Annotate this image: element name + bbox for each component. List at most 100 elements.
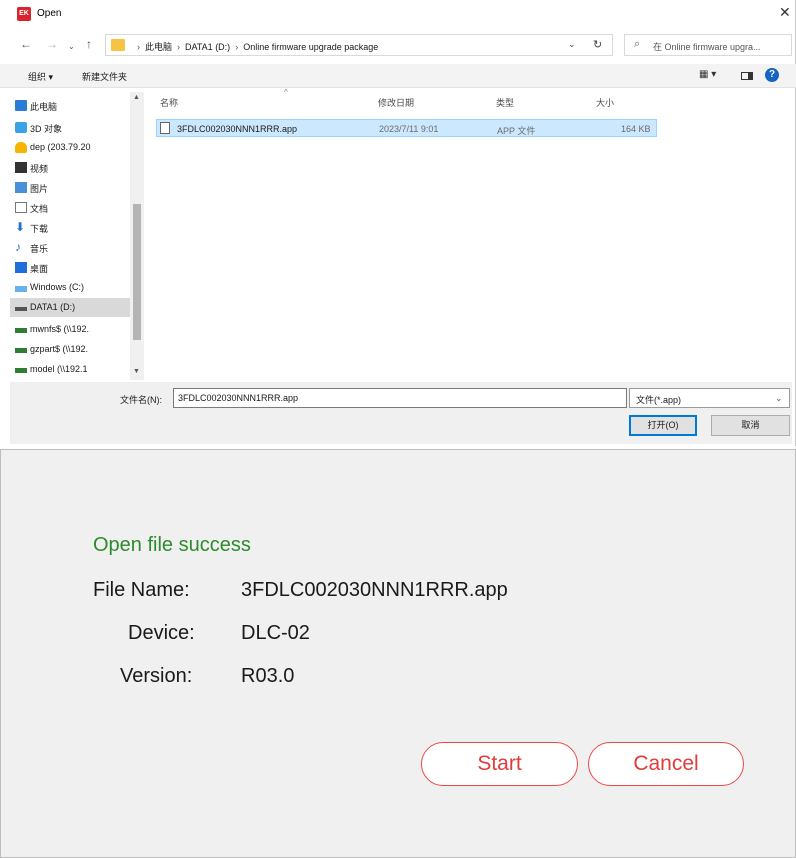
file-type: APP 文件 bbox=[497, 126, 536, 136]
tree-item-documents[interactable]: 文档 bbox=[10, 198, 130, 217]
cancel-button[interactable]: Cancel bbox=[588, 742, 744, 786]
tree-item-label: 3D 对象 bbox=[30, 124, 63, 134]
file-list: 名称 ^ 修改日期 类型 大小 3FDLC002030NNN1RRR.app 2… bbox=[150, 88, 795, 380]
tree-scrollbar-thumb[interactable] bbox=[133, 204, 141, 340]
tree-item-label: Windows (C:) bbox=[30, 282, 85, 292]
breadcrumb-this-pc[interactable]: 此电脑 bbox=[145, 42, 172, 52]
toolbar: 组织 ▾ 新建文件夹 ▦ ▾ ? bbox=[0, 64, 796, 88]
firmware-upgrade-panel: Open file success File Name: 3FDLC002030… bbox=[0, 449, 796, 858]
tree-item-videos[interactable]: 视频 bbox=[10, 158, 130, 177]
tree-item-dep[interactable]: dep (203.79.20 bbox=[10, 138, 130, 157]
tree-item-downloads[interactable]: ⬇ 下载 bbox=[10, 218, 130, 237]
tree-item-data1-d[interactable]: DATA1 (D:) bbox=[10, 298, 130, 317]
file-modified: 2023/7/11 9:01 bbox=[379, 124, 439, 134]
tree-item-label: 文档 bbox=[30, 204, 49, 214]
breadcrumb-data1[interactable]: DATA1 (D:) bbox=[185, 42, 230, 52]
tree-item-label: dep (203.79.20 bbox=[30, 142, 91, 152]
tree-item-label: 此电脑 bbox=[30, 102, 58, 112]
app-logo-icon: EK bbox=[17, 7, 31, 21]
tree-item-label: 桌面 bbox=[30, 264, 49, 274]
tree-item-windows-c[interactable]: Windows (C:) bbox=[10, 278, 130, 297]
address-bar[interactable]: › 此电脑 › DATA1 (D:) › Online firmware upgrade … bbox=[105, 34, 613, 56]
recent-locations-chevron-icon[interactable]: ⌄ bbox=[68, 40, 75, 54]
navigation-row: ← → ⌄ ↑ › 此电脑 › DATA1 (D:) › Online firmware … bbox=[0, 32, 796, 58]
column-header-size[interactable]: 大小 bbox=[596, 96, 614, 109]
user-folder-icon bbox=[15, 142, 27, 153]
navigation-tree: 此电脑 3D 对象 dep (203.79.20 视频 图片 文档 ⬇ 下载 ♪ bbox=[10, 92, 144, 380]
tree-item-desktop[interactable]: 桌面 bbox=[10, 258, 130, 277]
tree-item-music[interactable]: ♪ 音乐 bbox=[10, 238, 130, 257]
help-icon[interactable]: ? bbox=[765, 68, 779, 82]
refresh-icon[interactable]: ↻ bbox=[593, 38, 602, 51]
tree-item-label: model (\\192.1 bbox=[30, 364, 88, 374]
file-row[interactable]: 3FDLC002030NNN1RRR.app 2023/7/11 9:01 AP… bbox=[156, 119, 657, 137]
new-folder-button[interactable]: 新建文件夹 bbox=[82, 70, 127, 83]
start-button[interactable]: Start bbox=[421, 742, 578, 786]
sort-ascending-icon: ^ bbox=[284, 88, 288, 97]
tree-item-mwnfs[interactable]: mwnfs$ (\\192. bbox=[10, 320, 130, 339]
column-header-modified[interactable]: 修改日期 bbox=[378, 96, 414, 109]
tree-item-label: 图片 bbox=[30, 184, 49, 194]
video-icon bbox=[15, 162, 27, 173]
desktop-icon bbox=[15, 262, 27, 273]
tree-scrollbar[interactable]: ▲ ▼ bbox=[130, 92, 144, 380]
tree-item-label: gzpart$ (\\192. bbox=[30, 344, 89, 354]
forward-arrow-icon[interactable]: → bbox=[46, 37, 58, 51]
tree-item-gzpart[interactable]: gzpart$ (\\192. bbox=[10, 340, 130, 359]
dialog-cancel-button[interactable]: 取消 bbox=[711, 415, 790, 436]
tree-item-label: 下载 bbox=[30, 224, 49, 234]
tree-item-label: DATA1 (D:) bbox=[30, 302, 76, 312]
device-value: DLC-02 bbox=[241, 622, 310, 644]
documents-icon bbox=[15, 202, 27, 213]
chevron-down-icon: ⌄ bbox=[775, 393, 783, 403]
file-icon bbox=[160, 122, 170, 134]
file-name: 3FDLC002030NNN1RRR.app bbox=[177, 124, 298, 134]
filename-value: 3FDLC002030NNN1RRR.app bbox=[178, 393, 299, 403]
file-name-label: File Name: bbox=[93, 579, 190, 601]
filename-input[interactable]: 3FDLC002030NNN1RRR.app ⌄ bbox=[173, 388, 787, 409]
filename-label: 文件名(N): bbox=[120, 395, 162, 405]
scroll-up-arrow-icon[interactable]: ▲ bbox=[133, 94, 140, 101]
version-label: Version: bbox=[120, 665, 193, 687]
windows-drive-icon bbox=[15, 286, 27, 292]
folder-icon bbox=[111, 39, 125, 51]
dialog-footer: 文件名(N): 3FDLC002030NNN1RRR.app ⌄ 文件(*.ap… bbox=[10, 382, 792, 444]
tree-item-label: 视频 bbox=[30, 164, 49, 174]
back-arrow-icon[interactable]: ← bbox=[20, 37, 32, 51]
tree-item-model[interactable]: model (\\192.1 bbox=[10, 360, 130, 379]
tree-item-label: 音乐 bbox=[30, 244, 49, 254]
search-placeholder: 在 Online firmware upgra... bbox=[653, 42, 761, 52]
tree-item-3d-objects[interactable]: 3D 对象 bbox=[10, 118, 130, 137]
download-icon: ⬇ bbox=[15, 220, 26, 234]
address-dropdown-chevron-icon[interactable]: ⌄ bbox=[568, 39, 576, 50]
file-type-filter-select[interactable]: 文件(*.app) ⌄ bbox=[629, 388, 790, 408]
breadcrumb-current-folder[interactable]: Online firmware upgrade package bbox=[243, 42, 378, 52]
status-message: Open file success bbox=[93, 534, 251, 556]
column-header-name[interactable]: 名称 bbox=[160, 96, 178, 109]
up-arrow-icon[interactable]: ↑ bbox=[86, 37, 92, 51]
scroll-down-arrow-icon[interactable]: ▼ bbox=[133, 368, 140, 375]
file-name-value: 3FDLC002030NNN1RRR.app bbox=[241, 579, 508, 601]
dialog-title: Open bbox=[37, 8, 62, 19]
search-icon: ⌕ bbox=[634, 38, 641, 50]
column-header-type[interactable]: 类型 bbox=[496, 96, 514, 109]
file-type-filter-value: 文件(*.app) bbox=[636, 395, 682, 405]
preview-pane-icon[interactable] bbox=[741, 72, 753, 80]
tree-item-pictures[interactable]: 图片 bbox=[10, 178, 130, 197]
tree-item-this-pc[interactable]: 此电脑 bbox=[10, 96, 130, 115]
breadcrumb: › 此电脑 › DATA1 (D:) › Online firmware upgrade … bbox=[137, 42, 379, 52]
close-icon[interactable]: ✕ bbox=[779, 5, 791, 19]
network-drive-icon bbox=[15, 348, 27, 353]
view-options-icon[interactable]: ▦ ▾ bbox=[699, 69, 716, 80]
open-button[interactable]: 打开(O) bbox=[629, 415, 697, 436]
file-size: 164 KB bbox=[621, 124, 651, 134]
device-label: Device: bbox=[128, 622, 195, 644]
organize-button[interactable]: 组织 ▾ bbox=[28, 70, 53, 83]
title-bar: EK Open ✕ bbox=[0, 0, 796, 30]
tree-item-label: mwnfs$ (\\192. bbox=[30, 324, 90, 334]
drive-icon bbox=[15, 307, 27, 311]
network-drive-icon bbox=[15, 328, 27, 333]
network-drive-icon bbox=[15, 368, 27, 373]
music-icon: ♪ bbox=[15, 240, 21, 254]
search-box[interactable]: ⌕ 在 Online firmware upgra... bbox=[624, 34, 792, 56]
